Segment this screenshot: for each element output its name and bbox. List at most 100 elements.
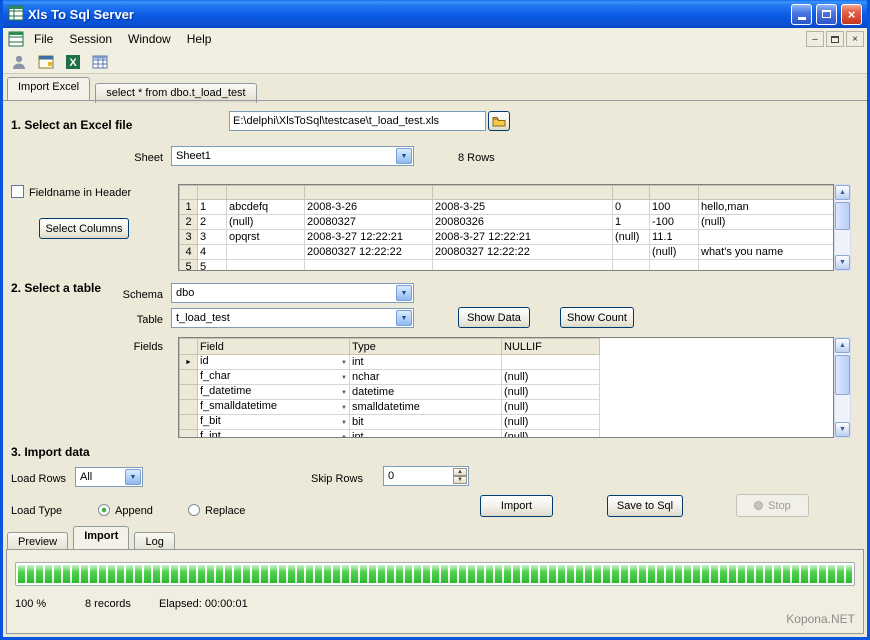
- schema-combo[interactable]: dbo ▼: [171, 283, 414, 303]
- tab-import-excel[interactable]: Import Excel: [7, 77, 90, 100]
- spin-down-icon[interactable]: ▼: [453, 476, 467, 484]
- grid-cell[interactable]: 0: [613, 200, 650, 215]
- spin-up-icon[interactable]: ▲: [453, 468, 467, 476]
- file-path-input[interactable]: E:\delphi\XlsToSql\testcase\t_load_test.…: [229, 111, 486, 131]
- grid-cell[interactable]: [650, 260, 699, 272]
- field-row[interactable]: ▼f_bit bit (null): [180, 415, 600, 430]
- grid-cell[interactable]: 1: [198, 200, 227, 215]
- nullif-cell[interactable]: (null): [502, 415, 600, 430]
- minimize-button[interactable]: [791, 4, 812, 25]
- grid-cell[interactable]: [613, 245, 650, 260]
- fieldname-header-checkbox[interactable]: [11, 185, 24, 198]
- scroll-up-icon[interactable]: ▲: [835, 338, 850, 353]
- table-combo[interactable]: t_load_test ▼: [171, 308, 414, 328]
- grid-cell[interactable]: 4: [198, 245, 227, 260]
- grid-cell[interactable]: 2: [198, 215, 227, 230]
- nullif-cell[interactable]: (null): [502, 385, 600, 400]
- grid-cell[interactable]: 2008-3-26: [305, 200, 433, 215]
- sheet-combo-arrow-icon[interactable]: ▼: [396, 148, 412, 164]
- grid-cell[interactable]: 100: [650, 200, 699, 215]
- grid-cell[interactable]: 20080326: [433, 215, 613, 230]
- browse-button[interactable]: [488, 111, 510, 131]
- type-cell[interactable]: int: [350, 355, 502, 370]
- scroll-up-icon[interactable]: ▲: [835, 185, 850, 200]
- field-row[interactable]: ▼f_datetime datetime (null): [180, 385, 600, 400]
- maximize-button[interactable]: [816, 4, 837, 25]
- menu-window[interactable]: Window: [120, 29, 179, 49]
- field-cell[interactable]: ▼f_char: [198, 370, 350, 385]
- grid-cell[interactable]: [699, 230, 834, 245]
- fieldname-header-label[interactable]: Fieldname in Header: [29, 187, 131, 199]
- grid-cell[interactable]: what's you name: [699, 245, 834, 260]
- field-cell[interactable]: ▼f_smalldatetime: [198, 400, 350, 415]
- field-row[interactable]: ▼f_char nchar (null): [180, 370, 600, 385]
- nullif-cell[interactable]: [502, 355, 600, 370]
- schema-combo-arrow-icon[interactable]: ▼: [396, 285, 412, 301]
- grid-cell[interactable]: (null): [227, 215, 305, 230]
- cell-dropdown-icon[interactable]: ▼: [341, 400, 347, 414]
- menu-file[interactable]: File: [26, 29, 61, 49]
- grid-cell[interactable]: -100: [650, 215, 699, 230]
- grid-cell[interactable]: hello,man: [699, 200, 834, 215]
- menu-session[interactable]: Session: [61, 29, 120, 49]
- grid-cell[interactable]: abcdefq: [227, 200, 305, 215]
- append-label[interactable]: Append: [115, 505, 153, 517]
- table-combo-arrow-icon[interactable]: ▼: [396, 310, 412, 326]
- grid-cell[interactable]: 3: [198, 230, 227, 245]
- grid-cell[interactable]: [227, 260, 305, 272]
- menu-help[interactable]: Help: [179, 29, 220, 49]
- field-cell[interactable]: ▼f_int: [198, 430, 350, 439]
- close-button[interactable]: ×: [841, 4, 862, 25]
- grid-cell[interactable]: 5: [198, 260, 227, 272]
- type-cell[interactable]: nchar: [350, 370, 502, 385]
- nullif-cell[interactable]: (null): [502, 400, 600, 415]
- grid-cell[interactable]: [613, 260, 650, 272]
- excel-grid-scrollbar[interactable]: ▲ ▼: [834, 184, 851, 271]
- field-row[interactable]: ▼f_smalldatetime smalldatetime (null): [180, 400, 600, 415]
- skip-rows-stepper[interactable]: 0 ▲ ▼: [383, 466, 469, 486]
- field-cell[interactable]: ▼id: [198, 355, 350, 370]
- data-grid-icon[interactable]: [90, 52, 110, 72]
- append-radio[interactable]: [98, 504, 110, 516]
- grid-cell[interactable]: 2008-3-27 12:22:21: [433, 230, 613, 245]
- grid-cell[interactable]: (null): [613, 230, 650, 245]
- nullif-cell[interactable]: (null): [502, 370, 600, 385]
- grid-cell[interactable]: 20080327 12:22:22: [433, 245, 613, 260]
- cell-dropdown-icon[interactable]: ▼: [341, 355, 347, 369]
- cell-dropdown-icon[interactable]: ▼: [341, 370, 347, 384]
- field-row[interactable]: ► ▼id int: [180, 355, 600, 370]
- grid-cell[interactable]: 20080327: [305, 215, 433, 230]
- mdi-close-button[interactable]: ×: [846, 31, 864, 47]
- type-cell[interactable]: datetime: [350, 385, 502, 400]
- grid-cell[interactable]: 11.1: [650, 230, 699, 245]
- grid-cell[interactable]: [305, 260, 433, 272]
- field-cell[interactable]: ▼f_bit: [198, 415, 350, 430]
- sheet-combo[interactable]: Sheet1 ▼: [171, 146, 414, 166]
- grid-cell[interactable]: 2008-3-25: [433, 200, 613, 215]
- load-rows-combo-arrow-icon[interactable]: ▼: [125, 469, 141, 485]
- excel-preview-grid[interactable]: 1 1 abcdefq 2008-3-26 2008-3-25 0 100 he…: [178, 184, 834, 271]
- cell-dropdown-icon[interactable]: ▼: [341, 415, 347, 429]
- tab-import[interactable]: Import: [73, 526, 129, 549]
- new-session-icon[interactable]: [36, 52, 56, 72]
- mdi-restore-button[interactable]: [826, 31, 844, 47]
- field-cell[interactable]: ▼f_datetime: [198, 385, 350, 400]
- scrollbar-thumb[interactable]: [835, 202, 850, 230]
- show-data-button[interactable]: Show Data: [458, 307, 530, 328]
- excel-grid-row[interactable]: 4 4 20080327 12:22:22 20080327 12:22:22 …: [180, 245, 834, 260]
- type-cell[interactable]: smalldatetime: [350, 400, 502, 415]
- import-button[interactable]: Import: [480, 495, 553, 517]
- excel-icon[interactable]: X: [63, 52, 83, 72]
- grid-cell[interactable]: [699, 260, 834, 272]
- excel-grid-row[interactable]: 3 3 opqrst 2008-3-27 12:22:21 2008-3-27 …: [180, 230, 834, 245]
- grid-cell[interactable]: [433, 260, 613, 272]
- scrollbar-thumb[interactable]: [835, 355, 850, 395]
- scroll-down-icon[interactable]: ▼: [835, 422, 850, 437]
- excel-grid-row[interactable]: 1 1 abcdefq 2008-3-26 2008-3-25 0 100 he…: [180, 200, 834, 215]
- type-cell[interactable]: bit: [350, 415, 502, 430]
- mdi-minimize-button[interactable]: –: [806, 31, 824, 47]
- grid-cell[interactable]: [227, 245, 305, 260]
- type-cell[interactable]: int: [350, 430, 502, 439]
- replace-radio[interactable]: [188, 504, 200, 516]
- grid-cell[interactable]: 2008-3-27 12:22:21: [305, 230, 433, 245]
